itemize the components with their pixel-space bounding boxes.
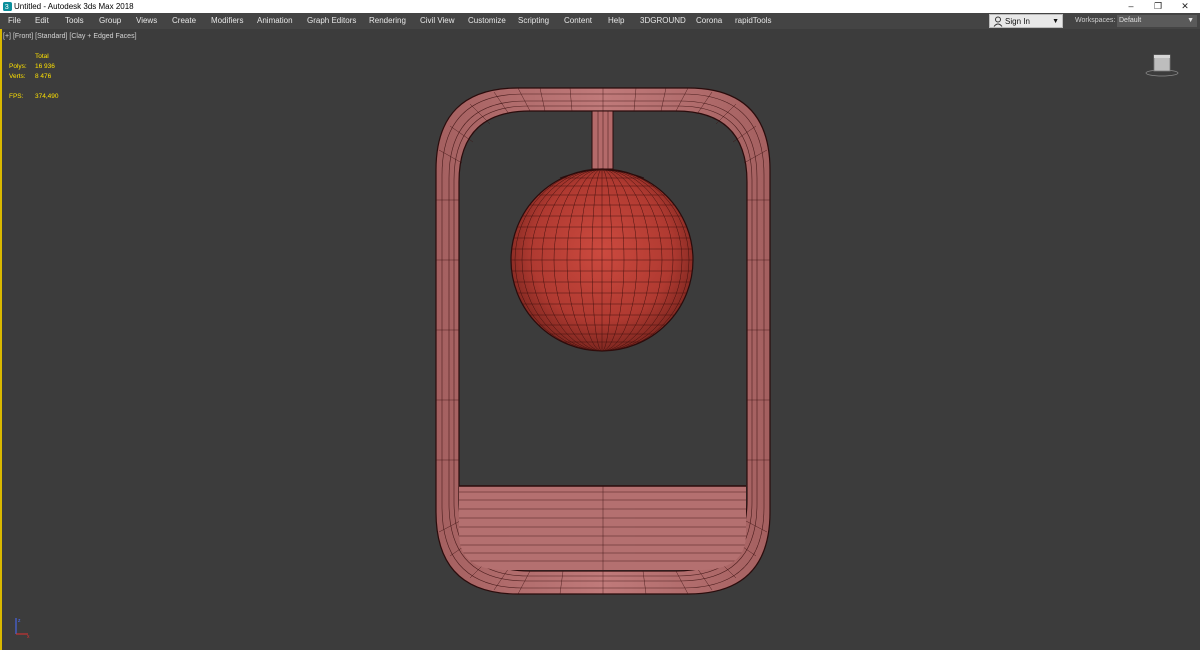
- stats-verts-label: Verts:: [9, 73, 26, 80]
- viewport-label: [+] [Front] [Standard] [Clay + Edged Fac…: [3, 33, 137, 40]
- lamp-model[interactable]: [0, 0, 1200, 650]
- viewport-style-menu[interactable]: [Clay + Edged Faces]: [69, 33, 136, 40]
- stats-polys-label: Polys:: [9, 63, 27, 70]
- viewport-shading-menu[interactable]: [Standard]: [35, 33, 67, 40]
- xyz-axis-icon: z x: [15, 618, 30, 640]
- bowl: [459, 486, 746, 570]
- viewport-plus-menu[interactable]: [+]: [3, 33, 11, 40]
- stats-fps-label: FPS:: [9, 93, 24, 100]
- svg-text:z: z: [18, 618, 21, 624]
- svg-text:x: x: [27, 634, 30, 640]
- stats-fps-value: 374,490: [35, 93, 59, 100]
- stats-verts-value: 8 476: [35, 73, 52, 80]
- stats-polys-value: 16 936: [35, 63, 55, 70]
- viewport-view-menu[interactable]: [Front]: [13, 33, 33, 40]
- stats-total-header: Total: [35, 53, 49, 60]
- hanging-rod: [591, 110, 614, 170]
- viewcube-icon[interactable]: [1144, 52, 1180, 78]
